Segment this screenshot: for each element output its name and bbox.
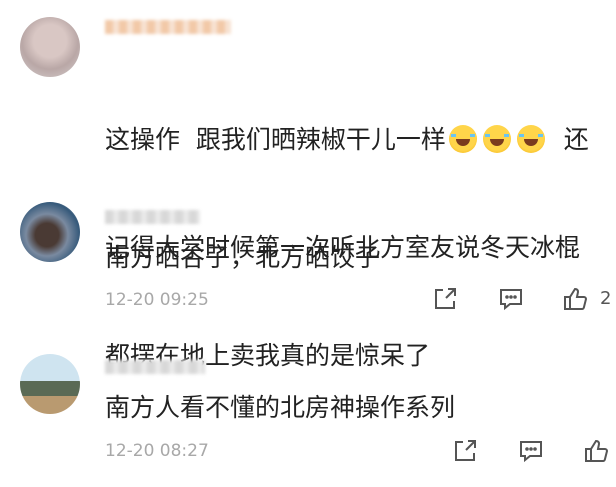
avatar[interactable] bbox=[20, 202, 80, 262]
comment-icon[interactable] bbox=[498, 286, 528, 316]
share-icon[interactable] bbox=[432, 286, 462, 316]
share-icon[interactable] bbox=[452, 438, 482, 468]
avatar[interactable] bbox=[20, 17, 80, 77]
comment-text: 南方人看不懂的北房神操作系列 bbox=[105, 393, 456, 422]
thumbs-up-icon[interactable] bbox=[583, 438, 613, 468]
tears-of-joy-emoji bbox=[448, 125, 477, 153]
comment-icon[interactable] bbox=[518, 438, 548, 468]
username-blurred[interactable] bbox=[105, 210, 200, 224]
thumbs-up-icon[interactable] bbox=[562, 286, 592, 316]
comment-text: 南方晒谷子，北方晒饺子 bbox=[105, 243, 381, 272]
username-blurred[interactable] bbox=[105, 20, 231, 34]
timestamp: 12-20 08:27 bbox=[105, 441, 209, 461]
timestamp: 12-20 09:25 bbox=[105, 290, 209, 310]
username-blurred[interactable] bbox=[105, 360, 205, 374]
tears-of-joy-emoji bbox=[482, 125, 511, 153]
avatar[interactable] bbox=[20, 354, 80, 414]
tears-of-joy-emoji bbox=[516, 125, 545, 153]
like-count: 2 bbox=[600, 288, 612, 309]
